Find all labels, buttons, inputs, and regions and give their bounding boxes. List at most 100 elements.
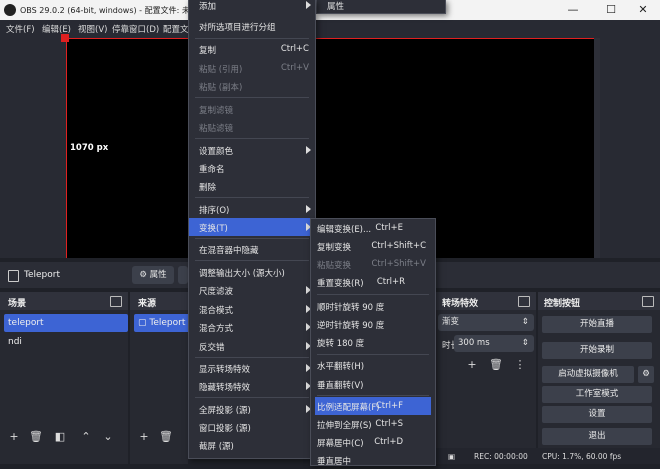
move-down-icon[interactable]: ⌄ (100, 430, 116, 444)
menu-item-flip-horizontal[interactable]: 水平翻转(H) (311, 356, 435, 374)
menu-item-edit-transform[interactable]: 编辑变换(E)... Ctrl+E (311, 219, 435, 237)
transitions-dock: 转场特效 渐变 ⇕ 时长 300 ms ⇕ + 🗑 ⋮ (430, 292, 536, 464)
undock-icon[interactable] (642, 296, 654, 307)
menu-item-rename[interactable]: 重命名 (189, 159, 315, 177)
menu-item-blend-mode[interactable]: 混合模式 (189, 300, 315, 318)
menu-item-paste-duplicate[interactable]: 粘贴 (副本) (189, 77, 315, 95)
properties-button[interactable]: ⚙ 属性 (132, 266, 174, 284)
menu-item-label: 截屏 (源) (199, 442, 234, 452)
trash-icon[interactable]: 🗑 (28, 430, 44, 444)
menu-item-label: 顺时针旋转 90 度 (317, 303, 385, 313)
menu-shortcut: Ctrl+R (376, 277, 405, 287)
menu-item-order[interactable]: 排序(O) (189, 200, 315, 218)
menu-item-copy-filters[interactable]: 复制滤镜 (189, 100, 315, 118)
menu-item-paste-transform[interactable]: 粘贴变换 Ctrl+Shift+V (311, 255, 435, 273)
menu-item-center-vertically[interactable]: 垂直居中 (311, 451, 435, 469)
menu-separator (195, 357, 309, 358)
start-streaming-button[interactable]: 开始直播 (542, 316, 652, 333)
status-bar: ▣ REC: 00:00:00 CPU: 1.7%, 60.00 fps (430, 448, 660, 464)
start-virtual-camera-button[interactable]: 启动虚拟摄像机 (542, 366, 634, 383)
settings-button[interactable]: 设置 (542, 406, 652, 423)
menu-item-group[interactable]: 对所选项目进行分组 (189, 17, 315, 35)
add-icon[interactable]: + (6, 430, 22, 444)
properties-menu-item[interactable]: 属性 (316, 0, 446, 14)
menu-item-copy-transform[interactable]: 复制变换 Ctrl+Shift+C (311, 237, 435, 255)
menu-item-label: 对所选项目进行分组 (199, 23, 276, 33)
menu-item-rotate-ccw[interactable]: 逆时针旋转 90 度 (311, 315, 435, 333)
scene-item[interactable]: teleport (4, 314, 128, 332)
menu-item-label: 窗口投影 (源) (199, 424, 251, 434)
menu-item-screenshot[interactable]: 截屏 (源) (189, 436, 315, 454)
menu-item-scale-filter[interactable]: 尺度滤波 (189, 281, 315, 299)
menu-item-deinterlace[interactable]: 反交错 (189, 337, 315, 355)
transform-handle[interactable] (61, 34, 69, 42)
menu-separator (317, 395, 429, 396)
menu-item-add[interactable]: 添加 (189, 0, 315, 14)
submenu-arrow-icon (306, 205, 311, 213)
move-up-icon[interactable]: ⌃ (78, 430, 94, 444)
menu-item-rotate-180[interactable]: 旋转 180 度 (311, 333, 435, 351)
submenu-arrow-icon (306, 146, 311, 154)
menu-item-fullscreen-projector[interactable]: 全屏投影 (源) (189, 400, 315, 418)
remove-transition-icon[interactable]: 🗑 (488, 358, 504, 372)
source-icon (8, 270, 19, 282)
maximize-button[interactable]: ☐ (594, 0, 628, 20)
menu-item-paste-filters[interactable]: 粘贴滤镜 (189, 118, 315, 136)
menu-item-fit-to-screen[interactable]: 比例适配屏幕(F) Ctrl+F (315, 397, 431, 415)
menu-item-transform[interactable]: 变换(T) (189, 218, 315, 236)
menu-item-label: 设置颜色 (199, 147, 234, 157)
add-source-icon[interactable]: + (136, 430, 152, 444)
scenes-dock: 场景 teleport ndi + 🗑 ◧ ⌃ ⌄ (0, 292, 128, 464)
menu-view[interactable]: 视图(V) (78, 23, 107, 35)
menu-file[interactable]: 文件(F) (6, 23, 35, 35)
menu-shortcut: Ctrl+C (280, 44, 309, 54)
menu-docks[interactable]: 停靠窗口(D) (112, 23, 159, 35)
transition-select[interactable]: 渐变 ⇕ (438, 314, 534, 331)
menu-separator (195, 97, 309, 98)
menu-item-label: 复制滤镜 (199, 106, 234, 116)
duration-spinbox[interactable]: 300 ms ⇕ (454, 335, 534, 352)
menu-separator (195, 138, 309, 139)
filter-icon[interactable]: ◧ (52, 430, 68, 444)
menu-item-rotate-cw[interactable]: 顺时针旋转 90 度 (311, 297, 435, 315)
remove-source-icon[interactable]: 🗑 (158, 430, 174, 444)
menu-item-resize-output[interactable]: 调整输出大小 (源大小) (189, 263, 315, 281)
menu-item-stretch-to-screen[interactable]: 拉伸到全屏(S) Ctrl+S (311, 415, 435, 433)
undock-icon[interactable] (518, 296, 530, 307)
studio-mode-button[interactable]: 工作室模式 (542, 386, 652, 403)
add-transition-icon[interactable]: + (464, 358, 480, 372)
menu-item-delete[interactable]: 删除 (189, 177, 315, 195)
preview-scrollbar[interactable] (594, 38, 600, 258)
submenu-arrow-icon (306, 1, 311, 9)
undock-icon[interactable] (110, 296, 122, 307)
menu-item-show-transition[interactable]: 显示转场特效 (189, 359, 315, 377)
menu-shortcut: Ctrl+Shift+C (371, 241, 426, 251)
menu-item-paste-reference[interactable]: 粘贴 (引用) Ctrl+V (189, 59, 315, 77)
virtual-camera-settings-icon[interactable]: ⚙ (638, 366, 654, 383)
menu-item-label: 粘贴变换 (317, 261, 352, 271)
menu-item-label: 隐藏转场特效 (199, 383, 251, 393)
menu-item-center-to-screen[interactable]: 屏幕居中(C) Ctrl+D (311, 433, 435, 451)
minimize-button[interactable]: — (556, 0, 590, 20)
cpu-fps: CPU: 1.7%, 60.00 fps (542, 452, 622, 461)
menu-item-set-color[interactable]: 设置颜色 (189, 141, 315, 159)
menu-item-label: 显示转场特效 (199, 365, 251, 375)
menu-item-blend-method[interactable]: 混合方式 (189, 318, 315, 336)
more-options-icon[interactable]: ⋮ (512, 358, 528, 372)
menu-profile[interactable]: 配置文 (163, 23, 189, 35)
menu-item-windowed-projector[interactable]: 窗口投影 (源) (189, 418, 315, 436)
filters-button[interactable] (178, 266, 188, 284)
menu-item-hide-in-mixer[interactable]: 在混音器中隐藏 (189, 240, 315, 258)
menu-shortcut: Ctrl+V (280, 63, 309, 73)
menu-item-copy[interactable]: 复制 Ctrl+C (189, 40, 315, 58)
start-recording-button[interactable]: 开始录制 (542, 342, 652, 359)
menu-item-hide-transition[interactable]: 隐藏转场特效 (189, 377, 315, 395)
close-button[interactable]: ✕ (626, 0, 660, 20)
source-item-label: Teleport (149, 318, 186, 328)
menu-item-label: 逆时针旋转 90 度 (317, 321, 385, 331)
exit-button[interactable]: 退出 (542, 428, 652, 445)
menu-item-reset-transform[interactable]: 重置变换(R) Ctrl+R (311, 273, 435, 291)
menu-item-flip-vertical[interactable]: 垂直翻转(V) (311, 375, 435, 393)
menu-shortcut: Ctrl+S (375, 419, 403, 429)
scene-item[interactable]: ndi (4, 333, 128, 351)
